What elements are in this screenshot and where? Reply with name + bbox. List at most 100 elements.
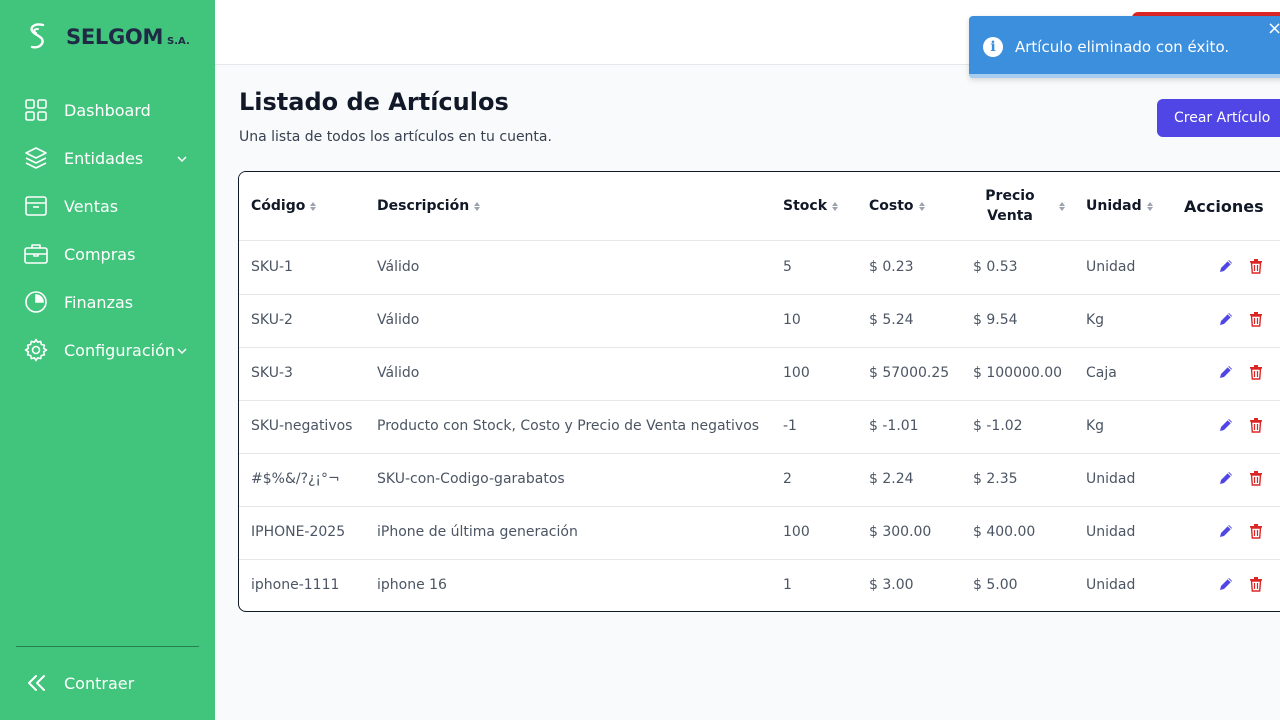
cell-price: $ 5.00 [973,577,1018,593]
sidebar-item-label: Compras [64,244,136,264]
table-row: SKU-3 Válido 100 $ 57000.25 $ 100000.00 Caja [239,347,1280,401]
column-header-price[interactable]: Precio Venta [981,172,1039,240]
cell-unit: Unidad [1086,259,1136,275]
column-header-code[interactable]: Código [251,172,317,240]
cell-description: SKU-con-Codigo-garabatos [377,471,565,487]
trash-icon[interactable] [1248,311,1264,327]
logo: SELGOM S.A. [24,22,190,52]
table-row: #$%&/?¿¡°¬ SKU-con-Codigo-garabatos 2 $ 2.2… [239,453,1280,507]
cell-unit: Unidad [1086,577,1136,593]
table-row: IPHONE-2025 iPhone de última generación 10… [239,506,1280,560]
pencil-icon[interactable] [1218,470,1234,486]
column-header-actions: Acciones [1184,172,1264,240]
cell-code: iphone-1111 [251,577,340,593]
cell-price: $ 9.54 [973,312,1018,328]
cell-code: IPHONE-2025 [251,524,346,540]
sidebar-item-configuracion[interactable]: Configuración [24,335,194,365]
cell-description: Válido [377,259,420,275]
toast-close-button[interactable]: × [1267,20,1280,38]
create-article-button[interactable]: Crear Artículo [1157,99,1280,137]
cell-description: Válido [377,365,420,381]
column-header-label: Stock [783,198,828,214]
cell-code: SKU-2 [251,312,293,328]
pencil-icon[interactable] [1218,364,1234,380]
cell-unit: Kg [1086,418,1105,434]
trash-icon[interactable] [1248,417,1264,433]
trash-icon[interactable] [1248,258,1264,274]
trash-icon[interactable] [1248,470,1264,486]
cell-description: Producto con Stock, Costo y Precio de Ve… [377,418,760,434]
pencil-icon[interactable] [1218,523,1234,539]
cell-description: iPhone de última generación [377,524,578,540]
toast-message: Artículo eliminado con éxito. [1015,38,1230,56]
column-header-description[interactable]: Descripción [377,172,481,240]
cell-price: $ -1.02 [973,418,1023,434]
trash-icon[interactable] [1248,523,1264,539]
cell-stock: -1 [783,418,797,434]
sidebar-item-label: Configuración [64,340,176,360]
chevron-down-icon [177,156,187,163]
column-header-label: Costo [869,198,914,214]
sidebar-item-dashboard[interactable]: Dashboard [24,95,194,125]
cell-cost: $ 3.00 [869,577,914,593]
cell-stock: 2 [783,471,792,487]
cell-price: $ 0.53 [973,259,1018,275]
sidebar-item-label: Dashboard [64,100,151,120]
cell-unit: Unidad [1086,524,1136,540]
trash-icon[interactable] [1248,576,1264,592]
sidebar-item-entidades[interactable]: Entidades [24,143,194,173]
trash-icon[interactable] [1248,364,1264,380]
brand-suffix: S.A. [167,35,190,47]
cell-description: iphone 16 [377,577,447,593]
cell-stock: 5 [783,259,792,275]
sidebar-item-label: Finanzas [64,292,134,312]
column-header-label: Código [251,198,306,214]
column-header-label: Venta [987,208,1033,224]
table-row: SKU-2 Válido 10 $ 5.24 $ 9.54 Kg [239,294,1280,348]
column-header-label: Precio [985,188,1035,204]
cell-unit: Unidad [1086,471,1136,487]
toast-notification: i Artículo eliminado con éxito. × [969,16,1280,78]
table-row: SKU-1 Válido 5 $ 0.23 $ 0.53 Unidad [239,241,1280,295]
column-header-cost[interactable]: Costo [869,172,925,240]
collapse-sidebar-button[interactable]: Contraer [24,668,194,698]
sidebar-item-finanzas[interactable]: Finanzas [24,287,194,317]
sort-icon [474,201,481,211]
double-chevron-left-icon [24,671,48,695]
table-row: SKU-negativos Producto con Stock, Costo y… [239,400,1280,454]
pencil-icon[interactable] [1218,417,1234,433]
sort-icon [1059,201,1065,211]
page-title: Listado de Artículos [239,88,509,116]
pencil-icon[interactable] [1218,258,1234,274]
pie-chart-icon [24,290,48,314]
cell-stock: 100 [783,524,810,540]
gear-icon [24,338,48,362]
column-header-price-sort[interactable] [1054,172,1065,240]
sort-icon [310,201,317,211]
sidebar-item-compras[interactable]: Compras [24,239,194,269]
brand-name: SELGOM [66,25,164,49]
cell-price: $ 2.35 [973,471,1018,487]
cell-description: Válido [377,312,420,328]
pencil-icon[interactable] [1218,311,1234,327]
cell-code: #$%&/?¿¡°¬ [251,471,340,487]
pencil-icon[interactable] [1218,576,1234,592]
sidebar-item-label: Entidades [64,148,144,168]
cell-price: $ 100000.00 [973,365,1063,381]
sort-icon [918,201,925,211]
sidebar: SELGOM S.A. Dashboard Entidades Ventas C… [0,0,215,720]
column-header-stock[interactable]: Stock [783,172,839,240]
grid-icon [24,98,48,122]
cell-cost: $ 0.23 [869,259,914,275]
chevron-down-icon [177,348,187,355]
cell-cost: $ 2.24 [869,471,914,487]
cell-cost: $ 57000.25 [869,365,950,381]
column-header-label: Descripción [377,198,470,214]
cell-code: SKU-1 [251,259,293,275]
logo-mark-icon [30,23,45,49]
cell-code: SKU-negativos [251,418,353,434]
sidebar-item-ventas[interactable]: Ventas [24,191,194,221]
column-header-unit[interactable]: Unidad [1086,172,1153,240]
sidebar-divider [16,646,199,647]
page-subtitle: Una lista de todos los artículos en tu c… [239,129,552,145]
